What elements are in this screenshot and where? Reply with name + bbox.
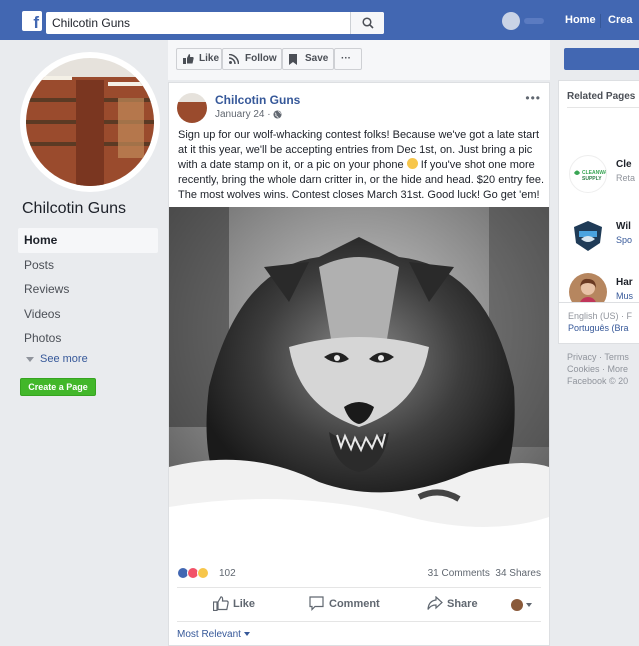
more-options-button[interactable]: ··· [334, 48, 362, 70]
divider [567, 107, 639, 108]
related-pages-card: Related Pages CLEANWAYSUPPLY Cle Reta Wi… [558, 80, 639, 318]
search-button[interactable] [350, 12, 384, 34]
nav-home-link[interactable]: Home [565, 14, 596, 26]
related-page-category: Reta [616, 173, 636, 183]
footer-links[interactable]: Privacy · Terms [567, 352, 629, 362]
share-arrow-icon [427, 596, 443, 610]
comments-count[interactable]: 31 Comments [428, 568, 490, 579]
page-cta-button[interactable] [564, 48, 639, 70]
caret-down-icon [243, 632, 250, 637]
page-sidebar-menu: Home Posts Reviews Videos Photos [18, 228, 158, 351]
related-page-category[interactable]: Spo [616, 235, 632, 245]
comment-sort-dropdown[interactable]: Most Relevant [177, 629, 250, 640]
related-page-name[interactable]: Har [616, 277, 633, 288]
thumbs-up-icon [183, 54, 194, 64]
post-body-text: Sign up for our wolf-whacking contest fo… [178, 129, 545, 201]
page-voice-avatar-icon [511, 599, 523, 611]
facebook-logo-icon[interactable]: f [22, 11, 42, 32]
sidebar-item-home[interactable]: Home [18, 228, 158, 253]
post-options-button[interactable]: ••• [525, 91, 541, 105]
related-page-name[interactable]: Cle [616, 159, 632, 170]
page-profile-picture[interactable] [20, 52, 160, 192]
grinning-face-emoji-icon [406, 158, 418, 169]
bookmark-icon [289, 54, 297, 65]
wolf-image [169, 207, 549, 558]
right-sidebar: Related Pages CLEANWAYSUPPLY Cle Reta Wi… [558, 40, 639, 646]
language-options[interactable]: English (US) · F [568, 311, 632, 321]
related-page-name[interactable]: Wil [616, 221, 631, 232]
user-name-blurred[interactable] [524, 18, 544, 24]
search-query[interactable]: Chilcotin Guns [52, 16, 130, 30]
post-author-name[interactable]: Chilcotin Guns [215, 93, 300, 107]
sidebar-item-posts[interactable]: Posts [18, 253, 158, 278]
related-page-logo [569, 217, 607, 255]
page-voice-selector[interactable] [511, 598, 533, 612]
related-page-logo: CLEANWAYSUPPLY [569, 155, 607, 193]
follow-page-button[interactable]: Follow [222, 48, 282, 70]
copyright-text: Facebook © 20 [567, 376, 629, 386]
sidebar-item-photos[interactable]: Photos [18, 326, 158, 351]
footer-links[interactable]: Cookies · More [567, 364, 628, 374]
user-avatar[interactable] [502, 12, 520, 30]
nav-divider [600, 14, 601, 28]
search-input[interactable]: Chilcotin Guns [46, 12, 384, 34]
svg-text:SUPPLY: SUPPLY [582, 176, 602, 182]
divider [177, 587, 541, 588]
wolf-in-snow-photo[interactable] [169, 207, 549, 558]
page-title: Chilcotin Guns [22, 200, 127, 217]
sidebar-item-videos[interactable]: Videos [18, 302, 158, 327]
related-page-item[interactable]: Wil Spo [559, 217, 639, 261]
caret-down-icon [26, 356, 34, 362]
related-pages-title: Related Pages [567, 91, 636, 102]
see-more-link[interactable]: See more [26, 353, 88, 365]
divider [177, 621, 541, 622]
reaction-count: 102 [219, 568, 236, 579]
thumbs-up-outline-icon [213, 596, 229, 611]
haha-reaction-icon [197, 567, 209, 579]
save-page-button[interactable]: Save [282, 48, 334, 70]
rss-follow-icon [229, 54, 239, 64]
caret-down-icon [526, 603, 532, 607]
shares-count[interactable]: 34 Shares [495, 568, 541, 579]
page-action-bar: Like Follow Save ··· [168, 40, 550, 80]
language-card: English (US) · F Português (Bra [558, 302, 639, 344]
top-navigation-bar: f Chilcotin Guns Home Crea [0, 0, 639, 40]
post-like-button[interactable]: Like [213, 595, 255, 615]
post-comment-button[interactable]: Comment [309, 595, 380, 615]
comment-bubble-icon [309, 596, 324, 611]
post-author-avatar[interactable] [177, 93, 207, 123]
related-page-item[interactable]: CLEANWAYSUPPLY Cle Reta [559, 155, 639, 199]
timeline-post: Chilcotin Guns January 24 · ••• Sign up … [168, 82, 550, 646]
language-link-portuguese[interactable]: Português (Bra [568, 323, 629, 333]
sidebar-item-reviews[interactable]: Reviews [18, 277, 158, 302]
globe-icon [273, 110, 282, 119]
comments-shares-summary[interactable]: 31 Comments 34 Shares [428, 568, 541, 579]
like-page-button[interactable]: Like [176, 48, 222, 70]
related-page-category[interactable]: Mus [616, 291, 633, 301]
post-share-button[interactable]: Share [427, 595, 478, 615]
search-icon [362, 17, 374, 29]
store-interior-photo [26, 58, 154, 186]
nav-create-link[interactable]: Crea [608, 14, 632, 26]
create-page-button[interactable]: Create a Page [20, 378, 96, 396]
post-timestamp[interactable]: January 24 · [215, 109, 282, 120]
